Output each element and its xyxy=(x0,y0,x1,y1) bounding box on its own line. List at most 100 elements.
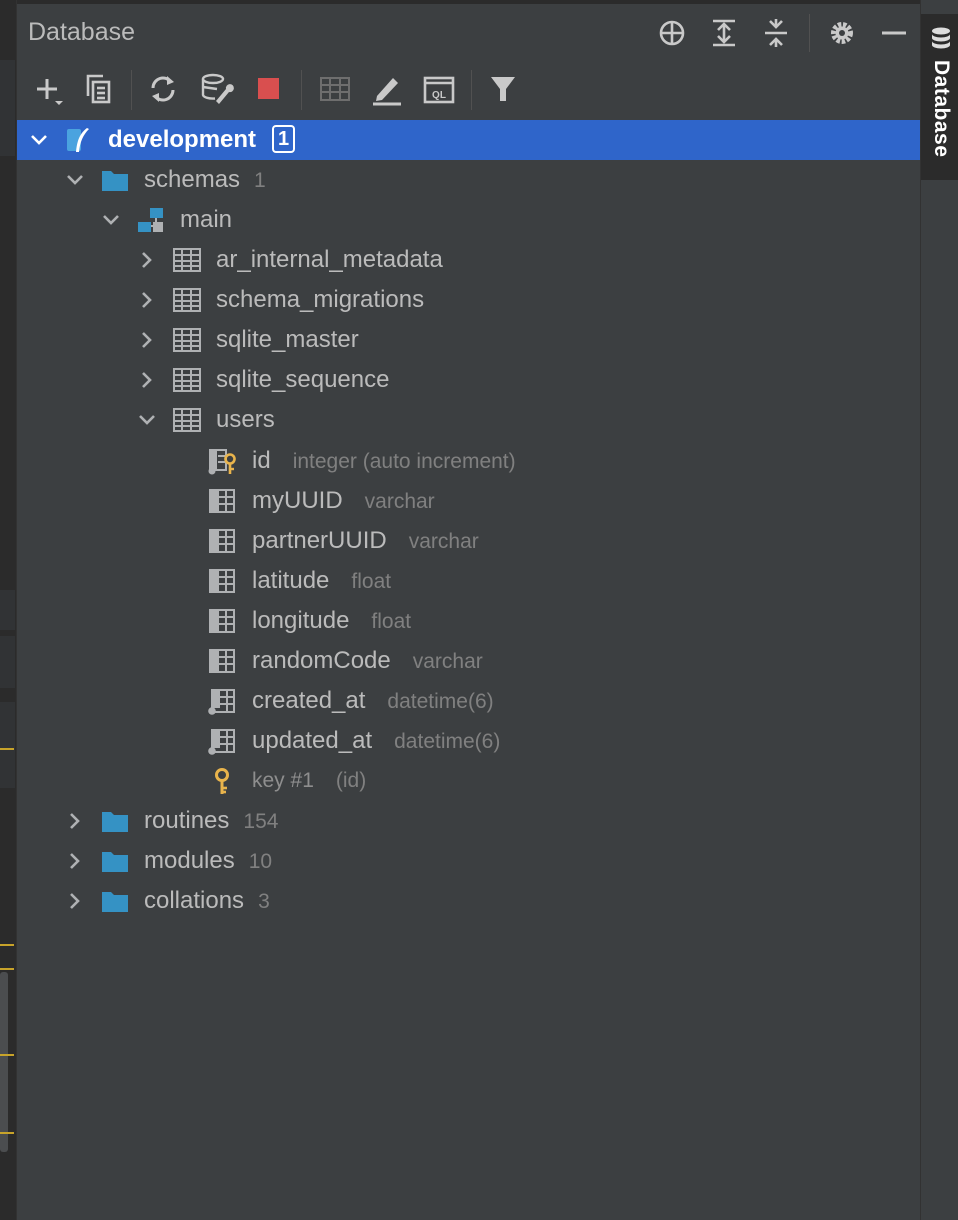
folder-icon xyxy=(102,171,128,191)
column-name: created_at xyxy=(252,687,366,714)
svg-text:QL: QL xyxy=(432,90,446,101)
main-label: main xyxy=(180,206,233,233)
tree-node-key[interactable]: key #1 (id) xyxy=(17,761,920,801)
toolbar-separator xyxy=(471,70,472,110)
column-icon xyxy=(209,529,235,553)
column-type: float xyxy=(351,570,392,593)
datasource-label: development xyxy=(108,126,257,153)
datasource-badge: 1 xyxy=(272,124,296,153)
chevron-down-icon[interactable] xyxy=(99,208,123,232)
locate-icon[interactable] xyxy=(655,16,689,50)
folder-icon xyxy=(102,892,128,912)
new-icon[interactable] xyxy=(31,70,71,108)
folder-count: 3 xyxy=(258,890,270,913)
database-side-tab[interactable]: Database xyxy=(921,14,958,180)
folder-label: routines xyxy=(144,807,230,834)
edit-icon[interactable] xyxy=(367,70,407,108)
gutter-marker xyxy=(0,748,14,750)
tree-node-datasource[interactable]: development 1 xyxy=(17,120,920,160)
chevron-right-icon[interactable] xyxy=(135,328,159,352)
tree-node-column[interactable]: longitude float xyxy=(17,601,920,641)
key-detail: (id) xyxy=(335,769,367,792)
tree-node-folder[interactable]: routines 154 xyxy=(17,801,920,841)
tree-node-table[interactable]: schema_migrations xyxy=(17,280,920,320)
tree-node-column[interactable]: updated_at datetime(6) xyxy=(17,721,920,761)
database-tool-window: Database QL development 1 schemas 1 main… xyxy=(17,0,920,1220)
chevron-down-icon[interactable] xyxy=(63,168,87,192)
expand-all-icon[interactable] xyxy=(707,16,741,50)
chevron-right-icon[interactable] xyxy=(63,889,87,913)
chevron-right-icon[interactable] xyxy=(63,809,87,833)
sqlite-icon xyxy=(67,128,89,152)
table-icon xyxy=(173,408,201,432)
copy-icon[interactable] xyxy=(79,70,119,108)
collapse-all-icon[interactable] xyxy=(759,16,793,50)
column-name: partnerUUID xyxy=(252,527,387,554)
column-type: varchar xyxy=(408,530,479,553)
tree-node-column[interactable]: partnerUUID varchar xyxy=(17,521,920,561)
gutter-marker xyxy=(0,1132,14,1134)
tree-node-column[interactable]: latitude float xyxy=(17,561,920,601)
gutter-marker xyxy=(0,968,14,970)
tree-node-folder[interactable]: modules 10 xyxy=(17,841,920,881)
not-null-column-icon xyxy=(208,729,235,755)
folder-count: 154 xyxy=(243,810,279,833)
folder-label: modules xyxy=(144,847,235,874)
tree-node-table[interactable]: sqlite_sequence xyxy=(17,360,920,400)
tree-node-column[interactable]: randomCode varchar xyxy=(17,641,920,681)
not-null-column-icon xyxy=(208,689,235,715)
column-name: longitude xyxy=(252,607,350,634)
gutter-marker xyxy=(0,944,14,946)
chevron-right-icon[interactable] xyxy=(63,849,87,873)
table-icon xyxy=(173,368,201,392)
header-separator xyxy=(809,14,810,52)
tree-node-column[interactable]: id integer (auto increment) xyxy=(17,441,920,481)
schemas-label: schemas xyxy=(144,166,241,193)
column-name: id xyxy=(252,447,271,474)
table-view-icon[interactable] xyxy=(315,70,355,108)
column-name: randomCode xyxy=(252,647,391,674)
gutter-scrollbar[interactable] xyxy=(0,972,8,1152)
key-icon xyxy=(215,768,229,794)
folder-label: collations xyxy=(144,887,245,914)
tree-node-schemas[interactable]: schemas 1 xyxy=(17,160,920,200)
column-name: updated_at xyxy=(252,727,373,754)
key-label: key #1 xyxy=(252,769,314,792)
gutter-marker xyxy=(0,1054,14,1056)
database-icon xyxy=(932,27,950,49)
toolbar: QL xyxy=(17,60,920,118)
column-type: datetime(6) xyxy=(394,730,501,753)
filter-icon[interactable] xyxy=(483,70,523,108)
column-type: varchar xyxy=(412,650,483,673)
console-icon[interactable]: QL xyxy=(419,70,459,108)
refresh-icon[interactable] xyxy=(143,70,183,108)
chevron-right-icon[interactable] xyxy=(135,248,159,272)
tree-node-column[interactable]: myUUID varchar xyxy=(17,481,920,521)
table-label: users xyxy=(216,406,275,433)
tool-window-header: Database xyxy=(17,0,920,60)
properties-icon[interactable] xyxy=(197,70,237,108)
schemas-count: 1 xyxy=(254,169,266,192)
table-label: sqlite_sequence xyxy=(216,366,390,393)
tree-node-main[interactable]: main xyxy=(17,200,920,240)
chevron-right-icon[interactable] xyxy=(135,368,159,392)
column-type: varchar xyxy=(364,490,435,513)
chevron-down-icon[interactable] xyxy=(27,128,51,152)
folder-icon xyxy=(102,812,128,832)
column-icon xyxy=(209,489,235,513)
tree-node-table[interactable]: ar_internal_metadata xyxy=(17,240,920,280)
tree-node-table-users[interactable]: users xyxy=(17,400,920,440)
chevron-down-icon[interactable] xyxy=(135,408,159,432)
table-icon xyxy=(173,248,201,272)
chevron-right-icon[interactable] xyxy=(135,288,159,312)
minimize-icon[interactable] xyxy=(877,16,911,50)
tree-node-folder[interactable]: collations 3 xyxy=(17,881,920,921)
stop-icon[interactable] xyxy=(249,70,289,108)
settings-icon[interactable] xyxy=(825,16,859,50)
tree-node-column[interactable]: created_at datetime(6) xyxy=(17,681,920,721)
tree-node-table[interactable]: sqlite_master xyxy=(17,320,920,360)
table-icon xyxy=(173,288,201,312)
column-type: integer (auto increment) xyxy=(292,450,516,473)
table-icon xyxy=(173,328,201,352)
column-name: latitude xyxy=(252,567,330,594)
